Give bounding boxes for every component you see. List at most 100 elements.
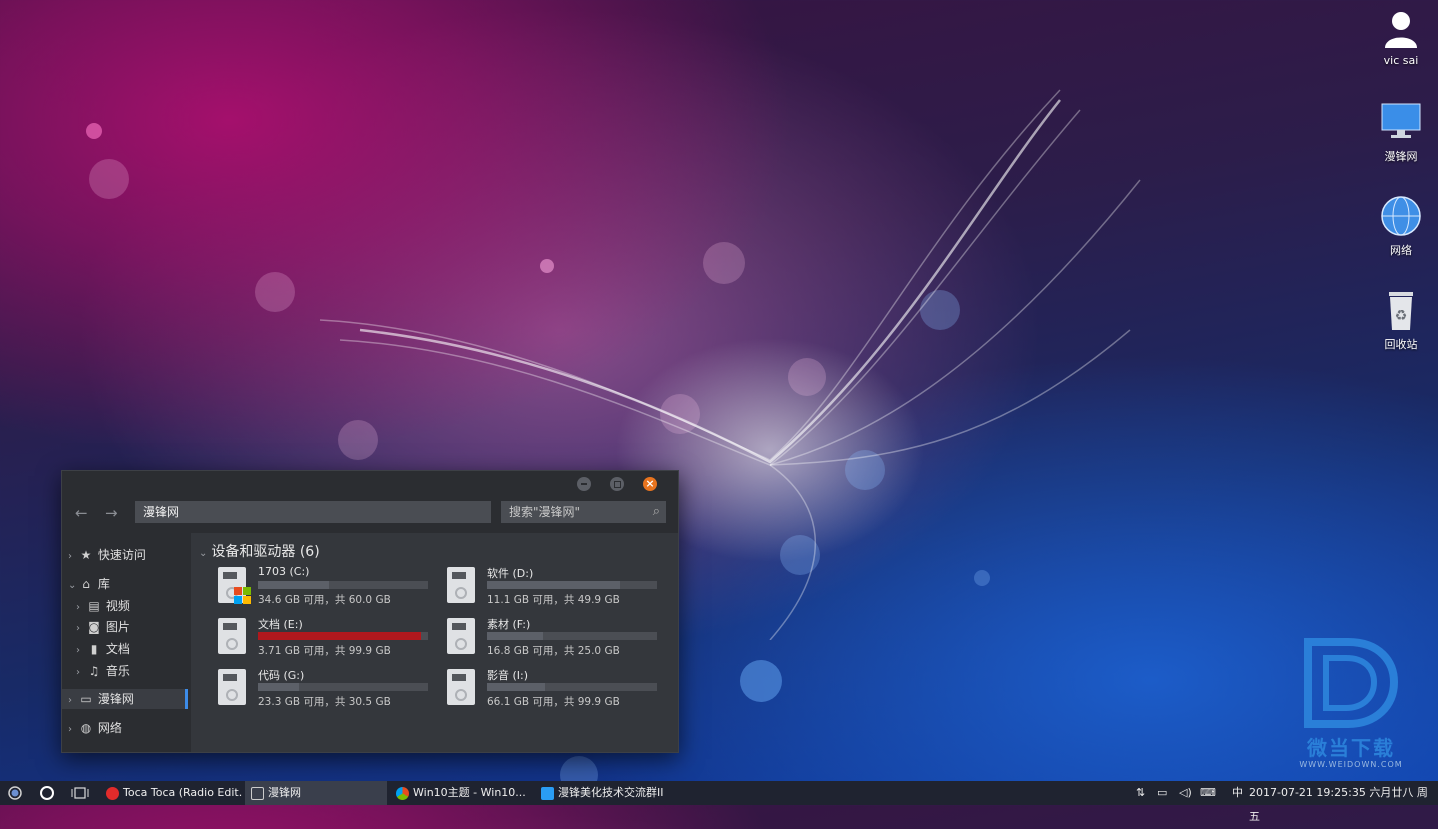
drive-name: 文档 (E:) [258, 618, 303, 631]
chevron-right-icon: › [68, 551, 72, 562]
sidebar-item-label: 图片 [105, 620, 130, 634]
sidebar-item-label: 漫锋网 [97, 692, 134, 706]
sidebar-item-network[interactable]: › ◍ 网络 [68, 718, 122, 738]
maximize-button[interactable] [610, 477, 624, 491]
drive-usage-bar [487, 581, 657, 589]
taskbar-app-music[interactable]: Toca Toca (Radio Edit... [102, 781, 242, 805]
drive-usage-bar [258, 581, 428, 589]
forward-arrow-icon[interactable]: → [105, 504, 118, 522]
taskbar-app-label: Win10主题 - Win10... [413, 786, 526, 799]
monitor-icon: ▭ [80, 692, 92, 706]
start-icon [8, 786, 22, 800]
sidebar-item-label: 快速访问 [97, 548, 146, 562]
user-icon [1379, 6, 1423, 50]
camera-icon: ◙ [88, 620, 100, 634]
navigation-pane: › ★ 快速访问 ⌄ ⌂ 库 › ▤ 视频 › ◙ 图片 › ▮ 文档 › ♫ 音乐 › ▭ … [62, 533, 191, 752]
netease-music-icon [106, 786, 119, 800]
drive-icon [447, 618, 475, 654]
drive-usage-fill [487, 632, 544, 640]
chevron-right-icon: › [76, 645, 80, 656]
drive-icon [447, 567, 475, 603]
address-bar[interactable]: 漫锋网 [135, 501, 491, 523]
task-view-button[interactable] [70, 781, 92, 805]
globe-icon [1379, 194, 1423, 238]
sidebar-item-this-pc[interactable]: › ▭ 漫锋网 [62, 689, 188, 709]
logo-title: 微当下载 [1307, 736, 1395, 760]
chevron-right-icon: › [76, 623, 80, 634]
drive-space-info: 3.71 GB 可用，共 99.9 GB [258, 645, 391, 657]
music-icon: ♫ [88, 664, 100, 678]
taskbar-app-browser[interactable]: Win10主题 - Win10... [392, 781, 532, 805]
drive-usage-fill [258, 632, 422, 640]
sidebar-item-documents[interactable]: › ▮ 文档 [76, 639, 130, 659]
sidebar-item-label: 视频 [105, 599, 130, 613]
volume-icon[interactable]: ◁) [1179, 781, 1192, 805]
network-transfer-icon[interactable]: ⇅ [1136, 781, 1145, 805]
ime-indicator[interactable]: 中 [1232, 781, 1243, 805]
start-button[interactable] [6, 781, 26, 805]
globe-icon: ◍ [80, 721, 92, 735]
cortana-circle-icon [40, 786, 54, 800]
search-placeholder: 搜索"漫锋网" [509, 505, 581, 519]
close-button[interactable]: × [643, 477, 657, 491]
keyboard-icon[interactable]: ⌨ [1200, 781, 1216, 805]
section-header[interactable]: ⌄ 设备和驱动器 (6) [199, 541, 320, 561]
explorer-window[interactable]: × ← → 漫锋网 搜索"漫锋网" ⌕ › ★ 快速访问 ⌄ ⌂ 库 › ▤ 视频 ›… [61, 470, 679, 753]
drive-usage-bar [258, 683, 428, 691]
drive-space-info: 34.6 GB 可用，共 60.0 GB [258, 594, 391, 606]
taskbar-app-chat[interactable]: 漫锋美化技术交流群II [537, 781, 687, 805]
navigation-bar: ← → 漫锋网 搜索"漫锋网" ⌕ [62, 497, 678, 533]
document-icon: ▮ [90, 642, 98, 656]
chevron-down-icon: ⌄ [68, 580, 77, 591]
drive-item-f[interactable]: 素材 (F:) 16.8 GB 可用，共 25.0 GB [447, 616, 673, 662]
bokeh-light [89, 159, 129, 199]
drive-item-e[interactable]: 文档 (E:) 3.71 GB 可用，共 99.9 GB [218, 616, 444, 662]
network-status-icon[interactable]: ▭ [1157, 781, 1167, 805]
svg-text:♻: ♻ [1395, 308, 1408, 324]
sidebar-item-label: 音乐 [105, 664, 130, 678]
desktop-icon-network[interactable]: 网络 [1366, 194, 1436, 258]
windows-app-icon [541, 786, 554, 800]
desktop-icon-user[interactable]: vic sai [1366, 6, 1436, 67]
drive-space-info: 16.8 GB 可用，共 25.0 GB [487, 645, 620, 657]
desktop-icon-label: 回收站 [1384, 338, 1418, 351]
taskbar-app-explorer[interactable]: 漫锋网 [245, 781, 387, 805]
sidebar-item-libraries[interactable]: ⌄ ⌂ 库 [68, 574, 110, 594]
chrome-icon [396, 786, 409, 800]
search-icon[interactable]: ⌕ [653, 501, 660, 523]
clock[interactable]: 2017-07-21 19:25:35 六月廿八 周五 [1249, 781, 1438, 823]
taskbar-app-label: Toca Toca (Radio Edit... [123, 786, 242, 799]
sidebar-item-pictures[interactable]: › ◙ 图片 [76, 617, 130, 637]
drive-item-g[interactable]: 代码 (G:) 23.3 GB 可用，共 30.5 GB [218, 667, 444, 713]
star-icon: ★ [80, 548, 92, 562]
drive-item-d[interactable]: 软件 (D:) 11.1 GB 可用，共 49.9 GB [447, 565, 673, 611]
drive-icon [447, 669, 475, 705]
cortana-button[interactable] [38, 781, 58, 805]
drive-name: 影音 (I:) [487, 669, 529, 682]
drive-item-c[interactable]: 1703 (C:) 34.6 GB 可用，共 60.0 GB [218, 565, 444, 611]
monitor-icon [251, 786, 264, 800]
title-bar[interactable]: × [62, 471, 678, 497]
desktop-icon-recycle-bin[interactable]: ♻ 回收站 [1366, 288, 1436, 352]
minimize-button[interactable] [577, 477, 591, 491]
back-arrow-icon[interactable]: ← [75, 504, 88, 522]
chevron-down-icon: ⌄ [199, 548, 208, 559]
sidebar-item-label: 文档 [105, 642, 130, 656]
desktop-icon-computer[interactable]: 漫锋网 [1366, 100, 1436, 164]
desktop-icon-label: vic sai [1383, 54, 1419, 67]
bokeh-light [86, 123, 102, 139]
recycle-bin-icon: ♻ [1379, 288, 1423, 332]
drive-item-i[interactable]: 影音 (I:) 66.1 GB 可用，共 99.9 GB [447, 667, 673, 713]
content-pane: ⌄ 设备和驱动器 (6) 1703 (C:) 34.6 GB 可用，共 60.0 … [191, 533, 678, 752]
search-input[interactable]: 搜索"漫锋网" ⌕ [501, 501, 666, 523]
sidebar-item-videos[interactable]: › ▤ 视频 [76, 596, 130, 616]
bokeh-light [255, 272, 295, 312]
logo-mark [1304, 638, 1399, 728]
library-icon: ⌂ [82, 577, 90, 591]
taskbar-app-label: 漫锋美化技术交流群II [558, 786, 664, 799]
task-view-icon [71, 787, 89, 799]
film-icon: ▤ [88, 599, 100, 613]
sidebar-item-quick-access[interactable]: › ★ 快速访问 [68, 545, 146, 565]
sidebar-item-music[interactable]: › ♫ 音乐 [76, 661, 130, 681]
windows-logo-icon [234, 587, 252, 605]
